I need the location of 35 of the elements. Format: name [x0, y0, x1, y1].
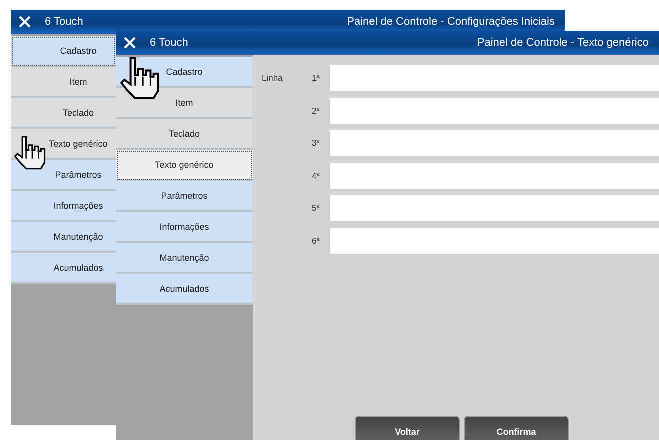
input-field[interactable] [330, 65, 659, 91]
menu-item[interactable]: Teclado [11, 98, 116, 129]
line-label: 5ª [312, 203, 321, 213]
menu-item[interactable]: Acumulados [116, 274, 253, 305]
input-field[interactable] [330, 228, 659, 254]
close-icon[interactable] [19, 16, 31, 28]
menu-item[interactable]: Informações [116, 212, 253, 243]
menu-item[interactable]: Parâmetros [116, 181, 253, 212]
menu-item[interactable]: Manutenção [11, 222, 116, 253]
input-field[interactable] [330, 195, 659, 221]
app-name: 6 Touch [45, 16, 84, 28]
window-title: Painel de Controle - Configurações Iniciais [347, 16, 555, 28]
input-field[interactable] [330, 162, 659, 188]
back-button[interactable]: Voltar [355, 416, 460, 440]
line-label: 2ª [312, 106, 321, 116]
menu-item[interactable]: Acumulados [11, 253, 116, 284]
line-label: 1ª [312, 73, 321, 83]
field-group-label: Linha [262, 73, 284, 83]
close-icon[interactable] [124, 37, 136, 49]
menu-item[interactable]: Teclado [116, 119, 253, 150]
menu-item[interactable]: Manutenção [116, 243, 253, 274]
window-title: Painel de Controle - Texto genérico [477, 37, 649, 49]
line-label: 6ª [312, 236, 321, 246]
menu-item[interactable]: Texto genérico [116, 150, 253, 181]
app-name: 6 Touch [150, 37, 188, 49]
menu-item[interactable]: Cadastro [11, 36, 116, 67]
input-field[interactable] [330, 130, 659, 156]
menu-item[interactable]: Parâmetros [11, 160, 116, 191]
menu-item[interactable]: Item [116, 88, 253, 119]
confirm-button[interactable]: Confirma [464, 416, 569, 440]
line-label: 3ª [312, 138, 321, 148]
line-label: 4ª [312, 170, 321, 180]
input-field[interactable] [330, 98, 659, 124]
menu-item[interactable]: Item [11, 67, 116, 98]
menu-item[interactable]: Informações [11, 191, 116, 222]
